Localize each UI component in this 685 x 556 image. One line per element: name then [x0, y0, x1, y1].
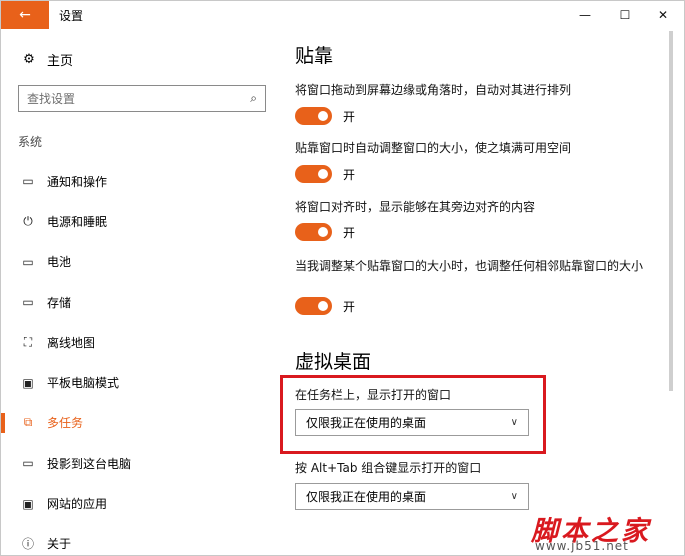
back-arrow-icon: ← — [19, 7, 31, 23]
toggle-switch — [295, 223, 332, 241]
section-label-system: 系统 — [18, 135, 43, 149]
sidebar-item-label: 电池 — [47, 255, 72, 270]
minimize-icon: — — [579, 8, 591, 22]
alt-tab-dropdown[interactable]: 仅限我正在使用的桌面 ∨ — [295, 483, 529, 510]
sidebar-item-notifications[interactable]: ▭ 通知和操作 — [1, 161, 283, 201]
toggle-state: 开 — [343, 167, 356, 182]
toggle-state: 开 — [343, 299, 356, 314]
virtual-desktops-heading: 虚拟桌面 — [295, 351, 372, 373]
map-icon: ⛶ — [23, 334, 33, 349]
sidebar-item-about[interactable]: ⓘ 关于 — [1, 524, 283, 555]
snap-option-4-label: 当我调整某个贴靠窗口的大小时，也调整任何相邻贴靠窗口的大小 — [295, 259, 644, 273]
battery-icon: ▭ — [22, 254, 34, 269]
alt-tab-label: 按 Alt+Tab 组合键显示打开的窗口 — [295, 461, 482, 475]
main-content: 贴靠 将窗口拖动到屏幕边缘或角落时，自动对其进行排列 开 贴靠窗口时自动调整窗口… — [283, 29, 684, 555]
sidebar-item-label: 通知和操作 — [47, 174, 108, 189]
multitasking-icon: ⧉ — [23, 415, 33, 430]
tablet-icon: ▣ — [22, 375, 34, 390]
title-bar: ← 设置 — ☐ ✕ — [1, 1, 684, 29]
toggle-state: 开 — [343, 109, 356, 124]
close-icon: ✕ — [657, 8, 669, 22]
search-input[interactable]: 查找设置 ⌕ — [18, 85, 266, 112]
sidebar-nav: ▭ 通知和操作 ⏻ 电源和睡眠 ▭ 电池 ▭ 存储 ⛶ 离线地图 ▣ 平板电脑模… — [1, 161, 283, 555]
maximize-icon: ☐ — [619, 8, 631, 22]
highlight-box — [280, 375, 546, 454]
sidebar-item-offline-maps[interactable]: ⛶ 离线地图 — [1, 322, 283, 362]
toggle-state: 开 — [343, 225, 356, 240]
snap-option-2-label: 贴靠窗口时自动调整窗口的大小，使之填满可用空间 — [295, 141, 572, 155]
sidebar-item-label: 关于 — [47, 537, 72, 552]
minimize-button[interactable]: — — [565, 1, 605, 29]
snap-option-2-toggle[interactable]: 开 — [295, 165, 355, 183]
notification-icon: ▭ — [22, 174, 34, 189]
sidebar-item-storage[interactable]: ▭ 存储 — [1, 282, 283, 322]
search-placeholder: 查找设置 — [27, 92, 76, 106]
toggle-switch — [295, 165, 332, 183]
snap-option-1-toggle[interactable]: 开 — [295, 107, 355, 125]
snap-option-1-label: 将窗口拖动到屏幕边缘或角落时，自动对其进行排列 — [295, 83, 572, 97]
snap-option-4-toggle[interactable]: 开 — [295, 297, 355, 315]
toggle-switch — [295, 107, 332, 125]
watermark-url: www.jb51.net — [535, 539, 629, 553]
chevron-down-icon: ∨ — [510, 491, 518, 502]
settings-window: ← 设置 — ☐ ✕ ⚙ 主页 查找设置 ⌕ 系统 ▭ 通知和操作 ⏻ 电源和睡… — [0, 0, 685, 556]
sidebar-item-multitasking[interactable]: ⧉ 多任务 — [1, 403, 283, 443]
projector-icon: ▭ — [22, 456, 34, 471]
home-label: 主页 — [47, 53, 74, 69]
info-icon: ⓘ — [21, 537, 34, 552]
sidebar-item-label: 离线地图 — [47, 335, 96, 350]
power-icon: ⏻ — [23, 213, 33, 228]
sidebar-item-power[interactable]: ⏻ 电源和睡眠 — [1, 201, 283, 241]
close-button[interactable]: ✕ — [643, 1, 683, 29]
window-title: 设置 — [59, 9, 84, 23]
sidebar-item-tablet-mode[interactable]: ▣ 平板电脑模式 — [1, 362, 283, 402]
toggle-switch — [295, 297, 332, 315]
sidebar-item-label: 投影到这台电脑 — [47, 456, 132, 471]
sidebar-item-label: 存储 — [47, 295, 72, 310]
snap-option-3-label: 将窗口对齐时，显示能够在其旁边对齐的内容 — [295, 200, 536, 214]
dropdown-value: 仅限我正在使用的桌面 — [306, 490, 427, 504]
sidebar-item-label: 平板电脑模式 — [47, 376, 120, 391]
sidebar-item-label: 电源和睡眠 — [47, 214, 108, 229]
scrollbar[interactable] — [669, 31, 673, 391]
sidebar-item-label: 多任务 — [47, 416, 84, 431]
sidebar-item-battery[interactable]: ▭ 电池 — [1, 242, 283, 282]
snap-heading: 贴靠 — [295, 45, 334, 67]
storage-icon: ▭ — [22, 295, 34, 310]
home-link[interactable]: ⚙ 主页 — [19, 49, 73, 69]
maximize-button[interactable]: ☐ — [605, 1, 645, 29]
sidebar: ⚙ 主页 查找设置 ⌕ 系统 ▭ 通知和操作 ⏻ 电源和睡眠 ▭ 电池 ▭ 存储 — [1, 29, 283, 555]
gear-icon: ⚙ — [23, 51, 35, 67]
snap-option-3-toggle[interactable]: 开 — [295, 223, 355, 241]
back-button[interactable]: ← — [1, 1, 49, 29]
web-app-icon: ▣ — [22, 496, 34, 511]
search-icon: ⌕ — [250, 91, 257, 105]
sidebar-item-apps-for-websites[interactable]: ▣ 网站的应用 — [1, 483, 283, 523]
sidebar-item-projecting[interactable]: ▭ 投影到这台电脑 — [1, 443, 283, 483]
sidebar-item-label: 网站的应用 — [47, 497, 108, 512]
watermark: 脚本之家 www.jb51.net — [531, 509, 684, 555]
